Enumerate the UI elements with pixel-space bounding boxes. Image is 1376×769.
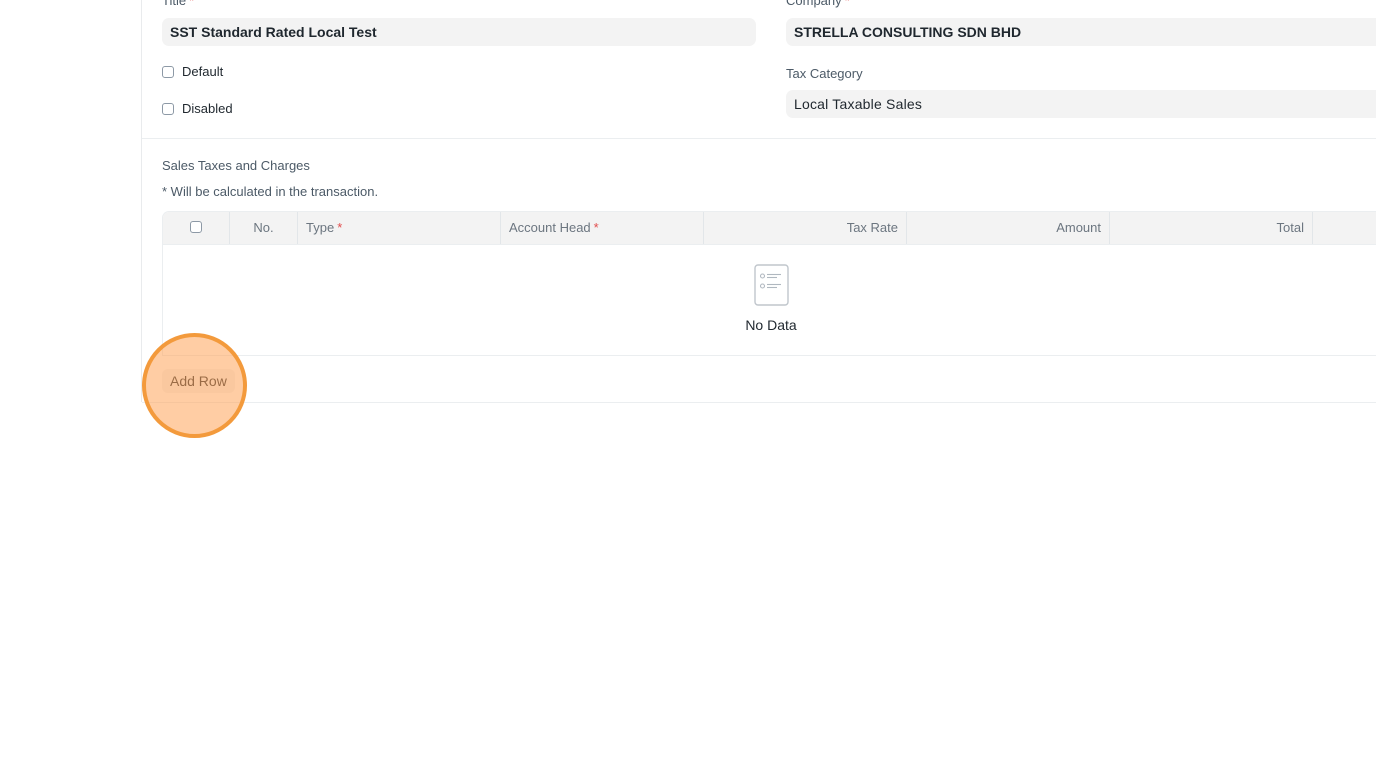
empty-state-text: No Data bbox=[745, 317, 797, 333]
empty-list-icon bbox=[754, 264, 789, 306]
section-divider-bottom bbox=[142, 402, 1376, 403]
section-divider bbox=[142, 138, 1376, 139]
column-header-total[interactable]: Total bbox=[1110, 212, 1313, 244]
disabled-checkbox-row[interactable]: Disabled bbox=[162, 101, 233, 116]
column-header-type[interactable]: Type * bbox=[298, 212, 501, 244]
grid-header-row: No. Type * Account Head * Tax Rate Amount … bbox=[163, 212, 1376, 245]
default-checkbox[interactable] bbox=[162, 65, 174, 78]
required-marker: * bbox=[189, 0, 195, 8]
grid-header-select bbox=[163, 212, 230, 244]
tax-category-input[interactable]: Local Taxable Sales bbox=[786, 90, 1376, 118]
taxes-grid: No. Type * Account Head * Tax Rate Amount … bbox=[162, 211, 1376, 356]
taxes-section-note: * Will be calculated in the transaction. bbox=[162, 184, 379, 199]
page: Title * SST Standard Rated Local Test Com… bbox=[0, 0, 1376, 769]
title-label-text: Title bbox=[162, 0, 187, 8]
select-all-checkbox[interactable] bbox=[190, 221, 202, 233]
grid-header-settings bbox=[1313, 212, 1376, 244]
default-checkbox-label: Default bbox=[182, 64, 224, 79]
column-header-amount[interactable]: Amount bbox=[907, 212, 1110, 244]
tax-category-label: Tax Category bbox=[786, 66, 863, 81]
add-row-button[interactable]: Add Row bbox=[162, 369, 235, 393]
column-header-type-text: Type bbox=[306, 220, 335, 235]
title-label: Title * bbox=[162, 0, 194, 8]
required-marker: * bbox=[337, 220, 343, 235]
required-marker: * bbox=[593, 220, 599, 235]
disabled-checkbox-label: Disabled bbox=[182, 101, 233, 116]
taxes-section-heading: Sales Taxes and Charges bbox=[162, 158, 310, 173]
disabled-checkbox[interactable] bbox=[162, 102, 174, 115]
default-checkbox-row[interactable]: Default bbox=[162, 64, 223, 79]
grid-empty-state: No Data bbox=[163, 245, 1376, 355]
required-marker: * bbox=[844, 0, 850, 8]
company-label-text: Company bbox=[786, 0, 842, 8]
layout-left-rule bbox=[141, 0, 142, 402]
column-header-tax-rate[interactable]: Tax Rate bbox=[704, 212, 907, 244]
column-header-account-head[interactable]: Account Head * bbox=[501, 212, 704, 244]
company-input[interactable]: STRELLA CONSULTING SDN BHD bbox=[786, 18, 1376, 46]
title-input[interactable]: SST Standard Rated Local Test bbox=[162, 18, 756, 46]
column-header-account-head-text: Account Head bbox=[509, 220, 591, 235]
company-label: Company * bbox=[786, 0, 850, 8]
column-header-no: No. bbox=[230, 212, 298, 244]
